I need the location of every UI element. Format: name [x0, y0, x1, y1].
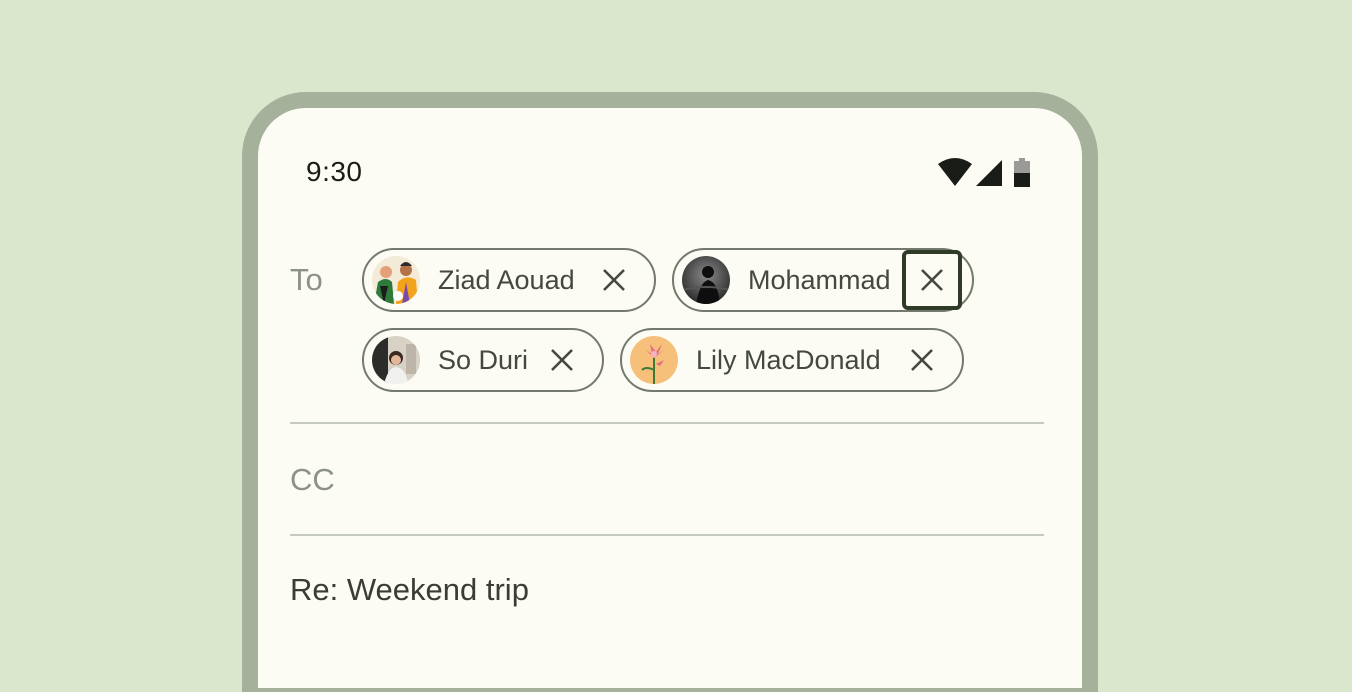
battery-icon [1014, 158, 1030, 187]
signal-icon [976, 160, 1002, 186]
remove-chip-button[interactable] [902, 250, 962, 310]
subject-field[interactable]: Re: Weekend trip [290, 572, 529, 608]
chip-label: Ziad Aouad [438, 264, 575, 295]
recipient-chip[interactable]: Ziad Aouad [362, 248, 656, 312]
divider [290, 422, 1044, 424]
recipient-chip[interactable]: Lily MacDonald [620, 328, 964, 392]
close-icon [603, 269, 625, 291]
avatar [372, 256, 420, 304]
avatar [682, 256, 730, 304]
avatar [630, 336, 678, 384]
phone-screen: 9:30 To Ziad Aouad Mohammad So Duri Lily… [258, 108, 1082, 688]
recipient-chip[interactable]: So Duri [362, 328, 604, 392]
divider [290, 534, 1044, 536]
avatar [372, 336, 420, 384]
close-icon [911, 349, 933, 371]
recipient-chip[interactable]: Mohammad [672, 248, 974, 312]
remove-chip-button[interactable] [898, 336, 946, 384]
close-icon [551, 349, 573, 371]
status-time: 9:30 [306, 156, 363, 187]
remove-chip-button[interactable] [590, 256, 638, 304]
to-label: To [290, 262, 323, 297]
close-icon [921, 269, 943, 291]
remove-chip-button[interactable] [538, 336, 586, 384]
chip-label: Mohammad [748, 264, 891, 295]
status-icons [938, 158, 1034, 190]
cc-field[interactable]: CC [290, 462, 335, 498]
chip-label: Lily MacDonald [696, 344, 881, 375]
wifi-icon [938, 158, 972, 186]
chip-label: So Duri [438, 344, 529, 375]
